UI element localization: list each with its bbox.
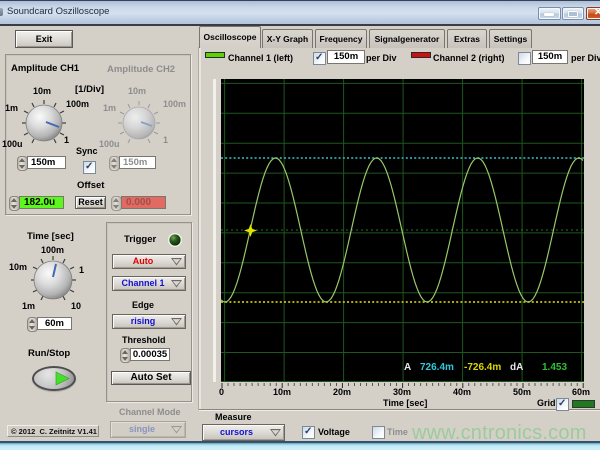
svg-text:dA: dA [510, 362, 523, 373]
svg-text:A: A [404, 362, 411, 373]
svg-text:1.453: 1.453 [542, 362, 567, 373]
svg-text:-726.4m: -726.4m [464, 362, 501, 373]
svg-text:726.4m: 726.4m [420, 362, 454, 373]
